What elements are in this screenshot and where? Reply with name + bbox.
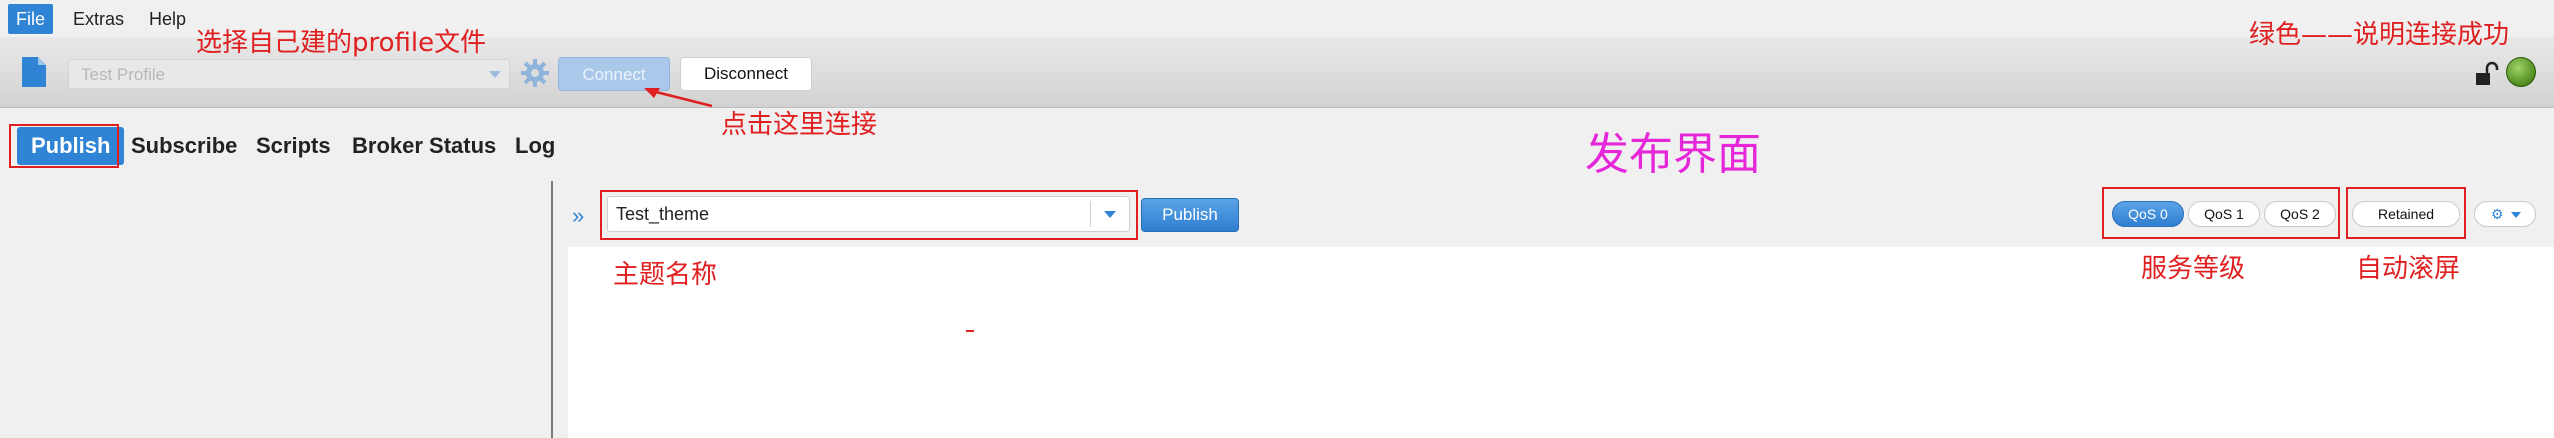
file-icon[interactable]	[20, 55, 48, 89]
annotation-arrow	[644, 88, 713, 108]
unlock-icon	[2476, 61, 2499, 85]
annotation-mark	[966, 330, 974, 332]
tab-broker-status[interactable]: Broker Status	[352, 124, 496, 168]
payload-editor[interactable]	[568, 247, 2554, 438]
annotation-box-topic	[600, 190, 1138, 240]
tab-scripts[interactable]: Scripts	[256, 124, 331, 168]
profile-select[interactable]: Test Profile	[68, 59, 510, 89]
annotation-retained: 自动滚屏	[2356, 254, 2461, 284]
panel-divider[interactable]	[551, 181, 553, 438]
menu-file[interactable]: File	[8, 4, 54, 34]
options-menu-button[interactable]: ⚙	[2474, 201, 2536, 227]
expand-chevron-icon[interactable]: »	[572, 203, 584, 229]
publish-button[interactable]: Publish	[1141, 198, 1239, 232]
annotation-profile: 选择自己建的profile文件	[196, 28, 487, 58]
annotation-qos: 服务等级	[2141, 254, 2246, 284]
annotation-page-title: 发布界面	[1585, 129, 1761, 180]
tab-subscribe[interactable]: Subscribe	[131, 124, 237, 168]
gear-icon[interactable]	[519, 57, 551, 89]
gear-icon: ⚙	[2491, 206, 2504, 222]
annotation-connect: 点击这里连接	[721, 110, 878, 140]
annotation-status: 绿色——说明连接成功	[2249, 20, 2510, 50]
tab-log[interactable]: Log	[515, 124, 555, 168]
annotation-box-publish-tab	[9, 124, 119, 168]
menu-help[interactable]: Help	[141, 4, 194, 34]
connection-status-indicator	[2506, 57, 2536, 87]
annotation-box-qos	[2102, 187, 2340, 239]
menu-extras[interactable]: Extras	[65, 4, 132, 34]
chevron-down-icon	[489, 71, 501, 78]
profile-select-value: Test Profile	[81, 65, 166, 84]
annotation-topic: 主题名称	[613, 260, 718, 290]
annotation-box-retained	[2346, 187, 2466, 239]
chevron-down-icon	[2511, 212, 2521, 218]
